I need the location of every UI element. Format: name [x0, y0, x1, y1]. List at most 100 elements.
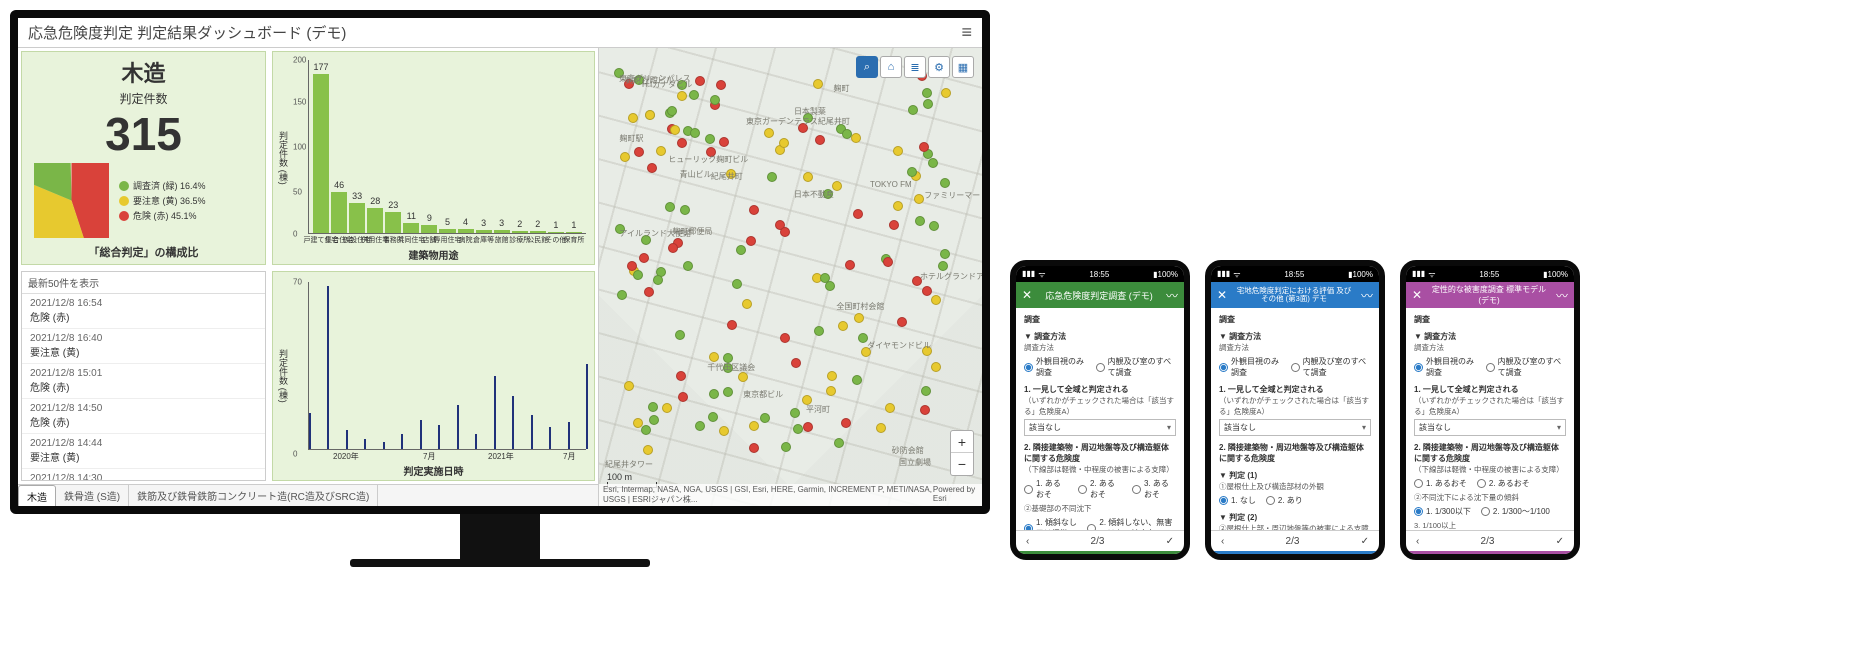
- map-point[interactable]: [647, 163, 657, 173]
- map-point[interactable]: [723, 353, 733, 363]
- time-bar[interactable]: [568, 422, 570, 449]
- map-point[interactable]: [643, 445, 653, 455]
- zoom-out-button[interactable]: −: [951, 453, 973, 475]
- back-button[interactable]: ‹: [1026, 536, 1029, 547]
- close-icon[interactable]: ✕: [1217, 288, 1227, 302]
- map-point[interactable]: [854, 313, 864, 323]
- map-point[interactable]: [928, 158, 938, 168]
- map-point[interactable]: [914, 194, 924, 204]
- map-point[interactable]: [749, 421, 759, 431]
- map-point[interactable]: [838, 321, 848, 331]
- time-bar[interactable]: [346, 430, 348, 449]
- radio-option[interactable]: 内観及び室のすべて調査: [1486, 356, 1566, 378]
- bar[interactable]: 2公民館: [530, 231, 546, 233]
- map-point[interactable]: [780, 333, 790, 343]
- tab[interactable]: 木造: [18, 485, 56, 506]
- bar[interactable]: 4病院: [458, 229, 474, 233]
- tab[interactable]: 鉄筋及び鉄骨鉄筋コンクリート造(RC造及びSRC造): [129, 485, 378, 506]
- map-point[interactable]: [716, 80, 726, 90]
- map-point[interactable]: [683, 261, 693, 271]
- section-heading[interactable]: ▼ 調査方法: [1024, 332, 1066, 341]
- map-settings-button[interactable]: ⚙: [928, 56, 950, 78]
- radio-option[interactable]: 内観及び室のすべて調査: [1096, 356, 1176, 378]
- time-bar[interactable]: [327, 286, 329, 449]
- map-point[interactable]: [793, 424, 803, 434]
- bar[interactable]: 2診療所: [512, 231, 528, 233]
- radio-option[interactable]: 2. あり: [1266, 495, 1303, 506]
- time-bar[interactable]: [383, 442, 385, 449]
- radio-option[interactable]: 外観目視のみ調査: [1219, 356, 1281, 378]
- list-item[interactable]: 2021/12/8 14:44要注意 (黄): [22, 434, 265, 469]
- tab[interactable]: 鉄骨造 (S造): [56, 485, 129, 506]
- time-bar[interactable]: [364, 439, 366, 449]
- map-point[interactable]: [708, 412, 718, 422]
- time-bar[interactable]: [549, 427, 551, 449]
- section-heading[interactable]: ▼ 調査方法: [1219, 332, 1261, 341]
- map-point[interactable]: [641, 425, 651, 435]
- map-point[interactable]: [719, 137, 729, 147]
- map-point[interactable]: [617, 290, 627, 300]
- close-icon[interactable]: ✕: [1412, 288, 1422, 302]
- map-point[interactable]: [803, 172, 813, 182]
- radio-option[interactable]: 内観及び室のすべて調査: [1291, 356, 1371, 378]
- list-item[interactable]: 2021/12/8 16:40要注意 (黄): [22, 329, 265, 364]
- map-point[interactable]: [897, 317, 907, 327]
- bar[interactable]: 3倉庫等: [476, 230, 492, 233]
- map-point[interactable]: [921, 386, 931, 396]
- map-point[interactable]: [889, 220, 899, 230]
- map-layers-button[interactable]: ≣: [904, 56, 926, 78]
- phone-form-body[interactable]: 調査 ▼ 調査方法 調査方法 外観目視のみ調査 内観及び室のすべて調査 1. 一…: [1016, 308, 1184, 530]
- map-point[interactable]: [767, 172, 777, 182]
- map-point[interactable]: [634, 147, 644, 157]
- section-heading[interactable]: ▼ 判定 (1): [1219, 471, 1257, 480]
- map-point[interactable]: [834, 438, 844, 448]
- wave-icon[interactable]: 〰: [1166, 287, 1178, 304]
- map-point[interactable]: [764, 128, 774, 138]
- map-point[interactable]: [893, 146, 903, 156]
- time-bar[interactable]: [512, 396, 514, 449]
- close-icon[interactable]: ✕: [1022, 288, 1032, 302]
- radio-option[interactable]: 1. 1/300以下: [1414, 506, 1471, 517]
- map-point[interactable]: [639, 253, 649, 263]
- map-point[interactable]: [781, 442, 791, 452]
- time-bar[interactable]: [309, 413, 311, 449]
- radio-option[interactable]: 2. あるおそ: [1078, 478, 1122, 500]
- map-point[interactable]: [662, 403, 672, 413]
- next-button[interactable]: ✓: [1556, 536, 1564, 547]
- map-point[interactable]: [920, 405, 930, 415]
- map-point[interactable]: [919, 142, 929, 152]
- map-point[interactable]: [677, 91, 687, 101]
- time-bar[interactable]: [494, 376, 496, 449]
- next-button[interactable]: ✓: [1166, 536, 1174, 547]
- bar[interactable]: 9店舗: [421, 225, 437, 233]
- bar[interactable]: 1その他: [548, 232, 564, 233]
- bar[interactable]: 11共同住宅: [403, 223, 419, 233]
- bar[interactable]: 1保育所: [566, 232, 582, 233]
- section-heading[interactable]: ▼ 調査方法: [1414, 332, 1456, 341]
- wave-icon[interactable]: 〰: [1361, 287, 1373, 304]
- map-point[interactable]: [931, 362, 941, 372]
- select-field[interactable]: 該当なし▾: [1024, 419, 1176, 436]
- map-point[interactable]: [940, 249, 950, 259]
- time-bar[interactable]: [586, 364, 588, 449]
- next-button[interactable]: ✓: [1361, 536, 1369, 547]
- radio-option[interactable]: 2. あるおそ: [1477, 478, 1530, 489]
- bar[interactable]: 23事務所: [385, 212, 401, 233]
- back-button[interactable]: ‹: [1416, 536, 1419, 547]
- time-bar[interactable]: [438, 425, 440, 449]
- map-point[interactable]: [677, 138, 687, 148]
- list-item[interactable]: 2021/12/8 16:54危険 (赤): [22, 294, 265, 329]
- map-point[interactable]: [813, 79, 823, 89]
- map-point[interactable]: [709, 352, 719, 362]
- radio-option[interactable]: 外観目視のみ調査: [1024, 356, 1086, 378]
- map-point[interactable]: [689, 90, 699, 100]
- map-point[interactable]: [665, 202, 675, 212]
- radio-option[interactable]: 1. あるおそ: [1024, 478, 1068, 500]
- map-point[interactable]: [653, 275, 663, 285]
- map-point[interactable]: [815, 135, 825, 145]
- time-bar[interactable]: [457, 405, 459, 449]
- map-panel[interactable]: 東京グリーンパレス麹町平河町ファミリーマート千代田区議会紀尾井町TOKYO FM…: [598, 48, 982, 506]
- map-point[interactable]: [624, 381, 634, 391]
- time-bar[interactable]: [475, 434, 477, 449]
- map-point[interactable]: [742, 299, 752, 309]
